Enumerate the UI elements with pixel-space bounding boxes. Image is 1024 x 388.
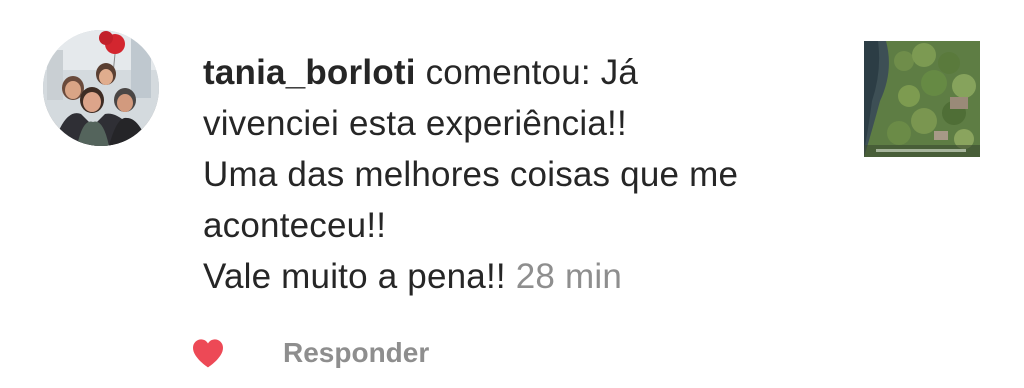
timestamp: 28 min bbox=[515, 257, 622, 296]
profile-photo-image bbox=[43, 30, 159, 146]
user-avatar[interactable] bbox=[43, 30, 159, 146]
heart-icon bbox=[193, 339, 223, 368]
comment-last-line: Vale muito a pena!! 28 min bbox=[203, 251, 843, 302]
comment-text: tania_borloti comentou: Já vivenciei est… bbox=[203, 47, 843, 302]
post-thumbnail-image bbox=[864, 41, 980, 157]
post-thumbnail[interactable] bbox=[864, 41, 980, 157]
comment-line: Uma das melhores coisas que me bbox=[203, 155, 739, 194]
comment-actions: Responder bbox=[190, 333, 429, 373]
like-button[interactable] bbox=[190, 335, 226, 371]
comment-line: vivenciei esta experiência!! bbox=[203, 104, 627, 143]
comment-line: Vale muito a pena!! bbox=[203, 257, 506, 296]
comment-first-line: tania_borloti comentou: Já bbox=[203, 47, 843, 98]
comment-line: aconteceu!! bbox=[203, 206, 387, 245]
reply-button[interactable]: Responder bbox=[283, 337, 429, 369]
username-link[interactable]: tania_borloti bbox=[203, 53, 416, 92]
comment-notification[interactable]: tania_borloti comentou: Já vivenciei est… bbox=[0, 0, 1024, 388]
action-text: comentou: Já bbox=[425, 53, 639, 92]
